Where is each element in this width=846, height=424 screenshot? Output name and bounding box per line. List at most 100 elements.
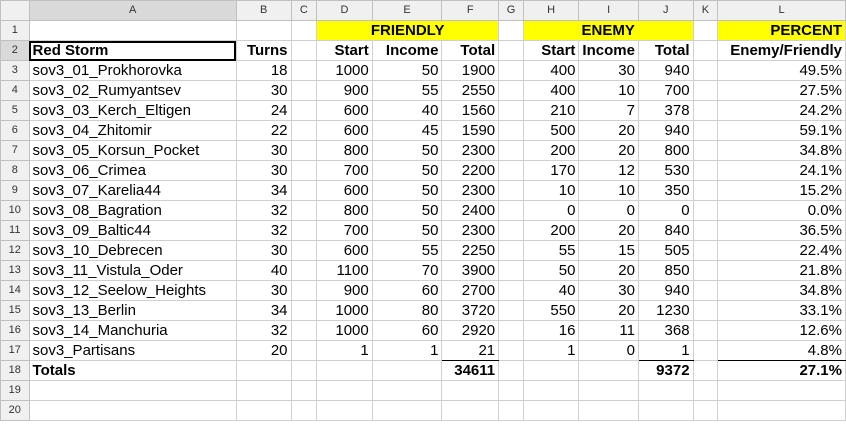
friendly-start-cell[interactable]: 700	[316, 160, 373, 181]
cell[interactable]	[498, 340, 524, 361]
cell[interactable]	[316, 400, 373, 421]
cell[interactable]	[498, 220, 524, 241]
ratio-cell[interactable]: 27.5%	[717, 80, 846, 101]
friendly-income-header[interactable]: Income	[371, 40, 443, 61]
cell[interactable]	[498, 20, 524, 41]
enemy-income-cell[interactable]: 20	[578, 140, 639, 161]
scenario-name-cell[interactable]: sov3_11_Vistula_Oder	[28, 260, 237, 281]
enemy-start-cell[interactable]: 500	[522, 120, 580, 141]
friendly-start-cell[interactable]: 600	[316, 100, 373, 121]
friendly-total-cell[interactable]: 3720	[441, 300, 500, 321]
friendly-total-header[interactable]: Total	[441, 40, 500, 61]
ratio-header[interactable]: Enemy/Friendly	[717, 40, 846, 61]
cell[interactable]	[316, 360, 373, 381]
enemy-start-header[interactable]: Start	[522, 40, 580, 61]
enemy-start-cell[interactable]: 0	[522, 200, 580, 221]
cell[interactable]	[692, 280, 719, 301]
friendly-total-cell[interactable]: 1900	[441, 60, 500, 81]
cell[interactable]	[290, 260, 318, 281]
cell[interactable]	[290, 40, 318, 61]
cell[interactable]	[290, 20, 318, 41]
row-header[interactable]: 17	[0, 340, 30, 361]
enemy-income-cell[interactable]: 30	[578, 60, 639, 81]
row-header[interactable]: 20	[0, 400, 30, 421]
row-header[interactable]: 4	[0, 80, 30, 101]
enemy-income-cell[interactable]: 15	[578, 240, 639, 261]
cell[interactable]	[692, 40, 719, 61]
cell[interactable]	[498, 380, 524, 401]
name-header-cell[interactable]: Red Storm	[28, 40, 237, 61]
enemy-total-cell[interactable]: 0	[637, 200, 694, 221]
enemy-income-cell[interactable]: 20	[578, 300, 639, 321]
cell[interactable]	[235, 20, 292, 41]
cell[interactable]	[498, 200, 524, 221]
turns-cell[interactable]: 30	[235, 280, 292, 301]
row-header[interactable]: 8	[0, 160, 30, 181]
cell[interactable]	[522, 380, 580, 401]
scenario-name-cell[interactable]: sov3_01_Prokhorovka	[28, 60, 237, 81]
ratio-cell[interactable]: 21.8%	[717, 260, 846, 281]
friendly-total-cell[interactable]: 2920	[441, 320, 500, 341]
enemy-total-header[interactable]: Total	[637, 40, 694, 61]
friendly-income-cell[interactable]: 50	[371, 200, 443, 221]
friendly-start-cell[interactable]: 800	[316, 140, 373, 161]
turns-cell[interactable]: 34	[235, 300, 292, 321]
cell[interactable]	[692, 360, 719, 381]
cell[interactable]	[498, 400, 524, 421]
friendly-start-cell[interactable]: 700	[316, 220, 373, 241]
turns-cell[interactable]: 34	[235, 180, 292, 201]
enemy-start-cell[interactable]: 55	[522, 240, 580, 261]
cell[interactable]	[28, 380, 237, 401]
row-header[interactable]: 15	[0, 300, 30, 321]
enemy-total-cell[interactable]: 530	[637, 160, 694, 181]
enemy-total-cell[interactable]: 700	[637, 80, 694, 101]
cell[interactable]	[498, 280, 524, 301]
enemy-income-cell[interactable]: 20	[578, 220, 639, 241]
enemy-income-header[interactable]: Income	[578, 40, 639, 61]
enemy-total-cell[interactable]: 378	[637, 100, 694, 121]
friendly-income-cell[interactable]: 50	[371, 180, 443, 201]
cell[interactable]	[692, 240, 719, 261]
cell[interactable]	[290, 140, 318, 161]
friendly-income-cell[interactable]: 55	[371, 80, 443, 101]
friendly-income-cell[interactable]: 50	[371, 60, 443, 81]
ratio-cell[interactable]: 34.8%	[717, 140, 846, 161]
column-header-h[interactable]: H	[522, 0, 580, 21]
friendly-total-cell[interactable]: 2700	[441, 280, 500, 301]
column-header-k[interactable]: K	[692, 0, 719, 21]
friendly-income-cell[interactable]: 1	[371, 340, 443, 361]
friendly-start-cell[interactable]: 900	[316, 280, 373, 301]
friendly-start-cell[interactable]: 600	[316, 180, 373, 201]
column-header-j[interactable]: J	[637, 0, 694, 21]
ratio-cell[interactable]: 33.1%	[717, 300, 846, 321]
friendly-group-header[interactable]: FRIENDLY	[316, 20, 500, 41]
cell[interactable]	[717, 400, 846, 421]
enemy-total-cell[interactable]: 800	[637, 140, 694, 161]
scenario-name-cell[interactable]: sov3_05_Korsun_Pocket	[28, 140, 237, 161]
ratio-cell[interactable]: 4.8%	[717, 340, 846, 361]
cell[interactable]	[235, 360, 292, 381]
friendly-total-cell[interactable]: 2200	[441, 160, 500, 181]
enemy-total-cell[interactable]: 350	[637, 180, 694, 201]
cell[interactable]	[692, 380, 719, 401]
cell[interactable]	[290, 60, 318, 81]
enemy-start-cell[interactable]: 1	[522, 340, 580, 361]
enemy-income-cell[interactable]: 10	[578, 180, 639, 201]
friendly-income-cell[interactable]: 60	[371, 320, 443, 341]
enemy-total-cell[interactable]: 940	[637, 280, 694, 301]
enemy-income-cell[interactable]: 12	[578, 160, 639, 181]
cell[interactable]	[290, 100, 318, 121]
friendly-total-cell[interactable]: 2300	[441, 180, 500, 201]
cell[interactable]	[637, 380, 694, 401]
cell[interactable]	[692, 100, 719, 121]
cell[interactable]	[498, 80, 524, 101]
cell[interactable]	[28, 400, 237, 421]
enemy-income-cell[interactable]: 0	[578, 200, 639, 221]
cell[interactable]	[235, 400, 292, 421]
enemy-start-cell[interactable]: 50	[522, 260, 580, 281]
ratio-cell[interactable]: 15.2%	[717, 180, 846, 201]
row-header[interactable]: 7	[0, 140, 30, 161]
turns-header-cell[interactable]: Turns	[235, 40, 292, 61]
cell[interactable]	[578, 360, 639, 381]
cell[interactable]	[578, 400, 639, 421]
